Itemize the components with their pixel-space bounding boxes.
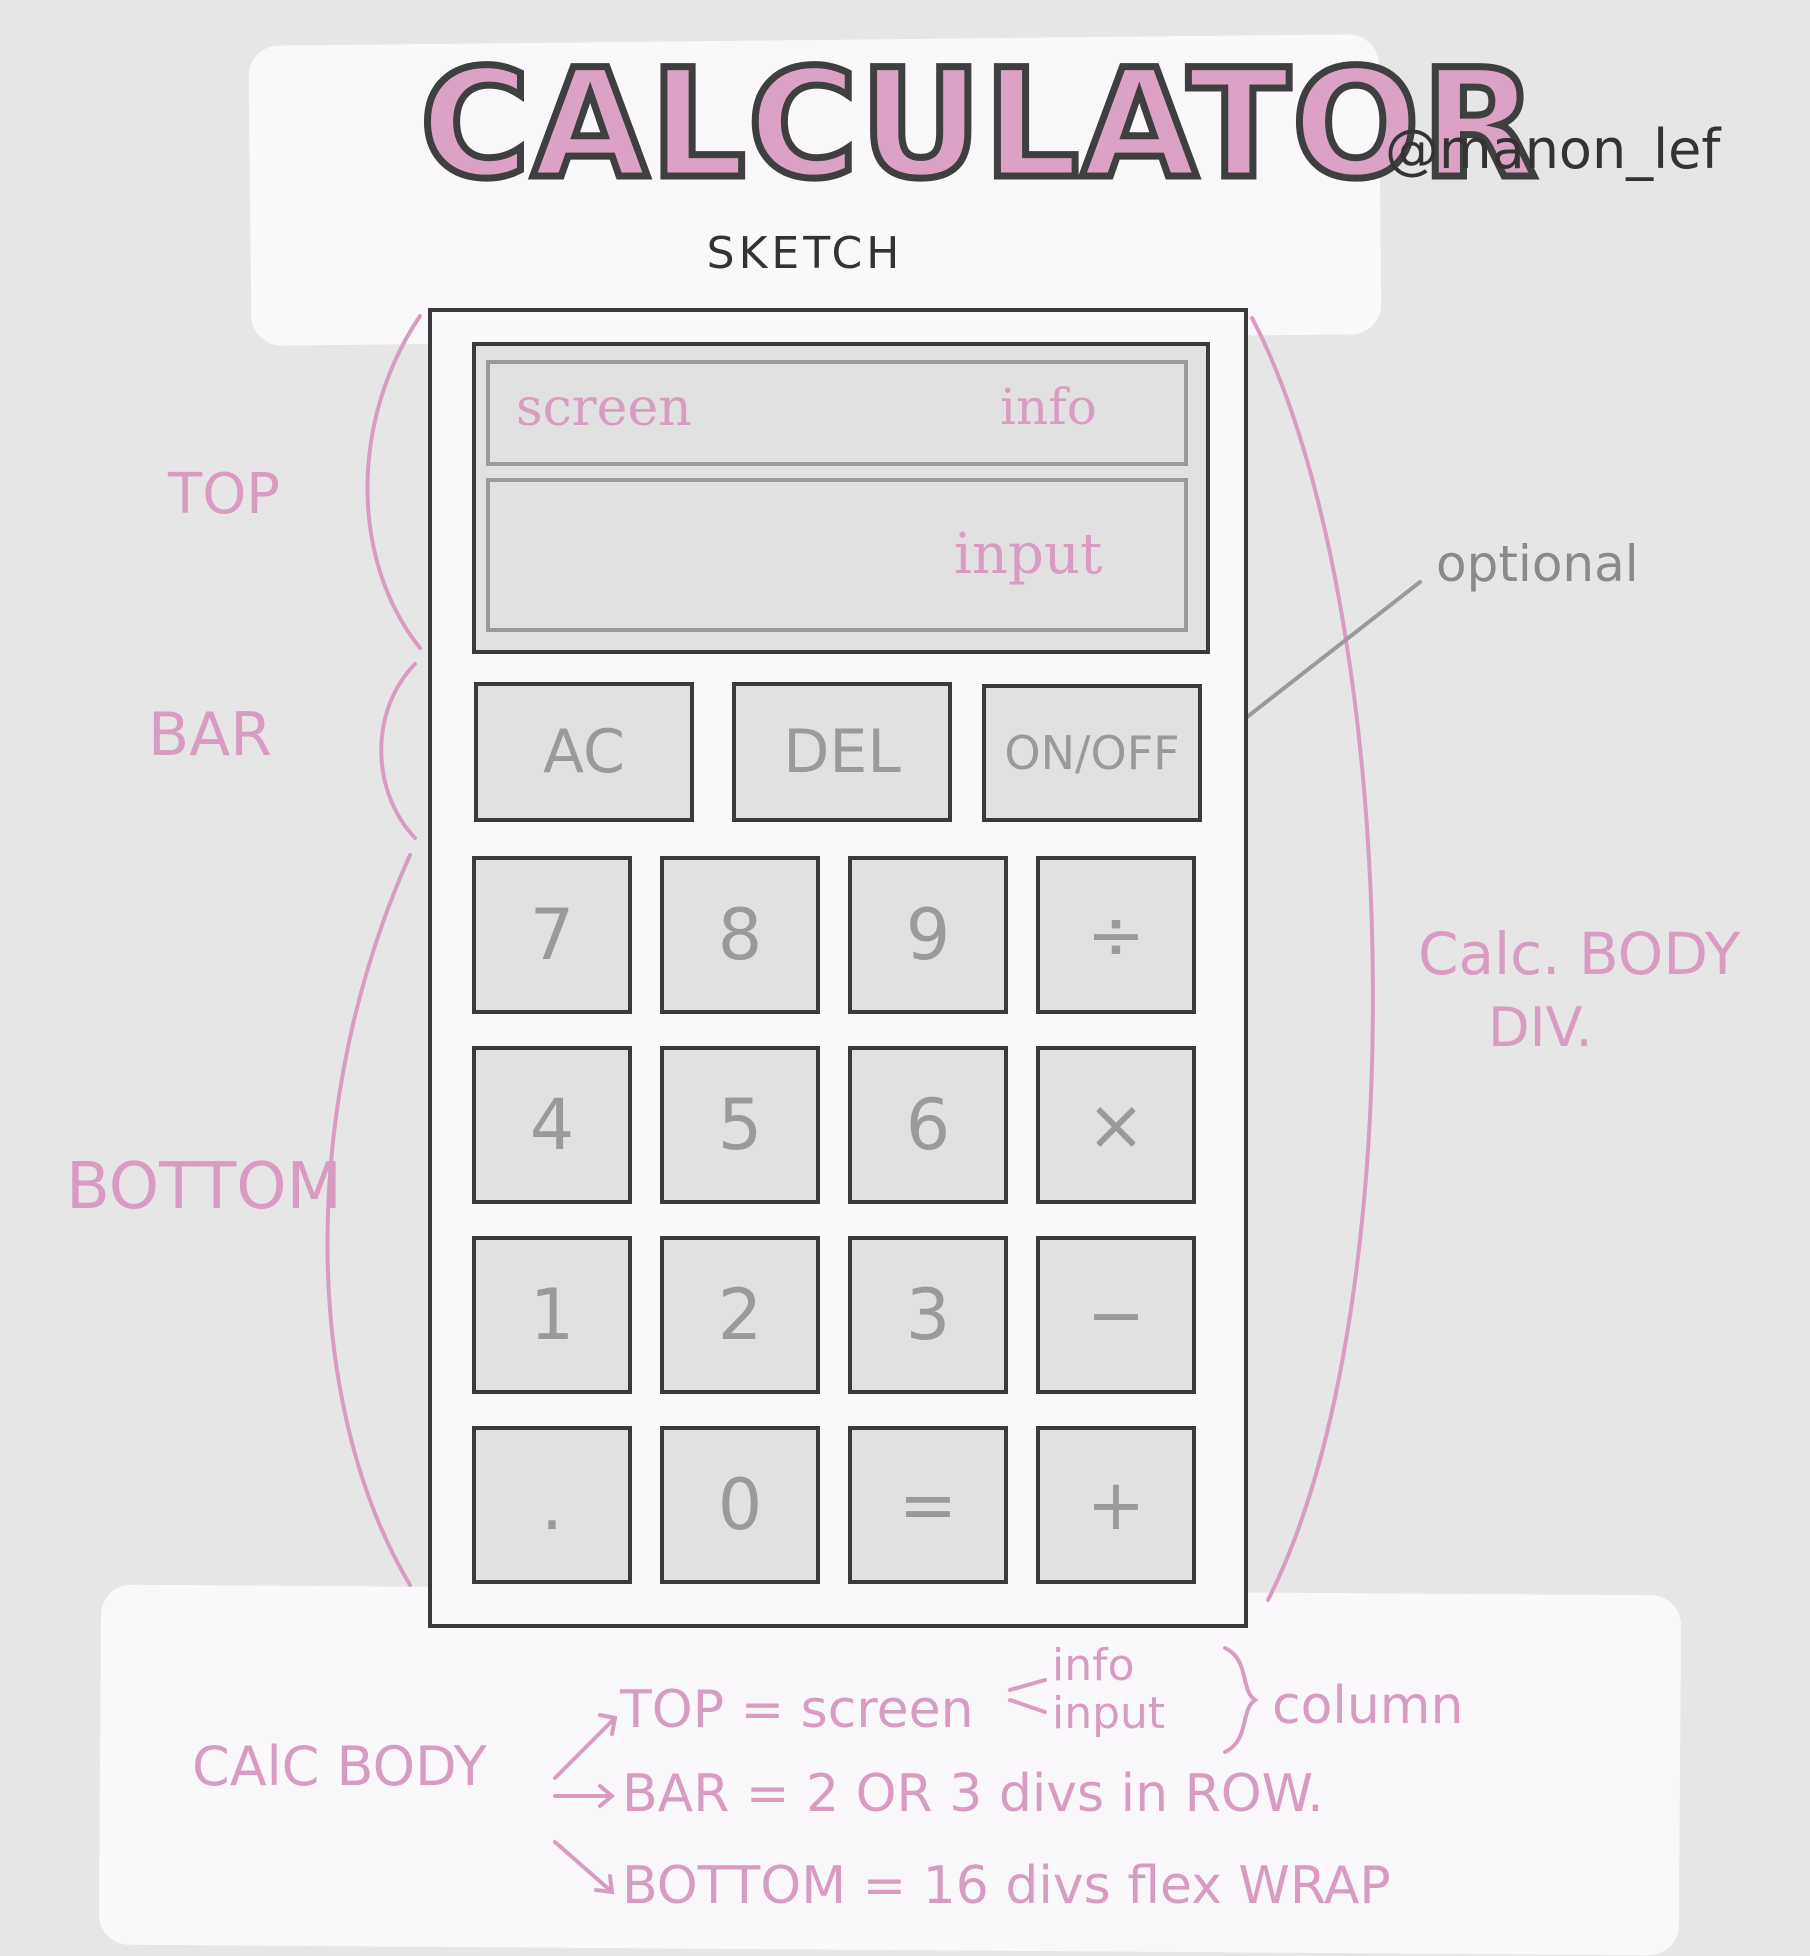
key-1[interactable]: 1 [472, 1236, 632, 1394]
key-multiply[interactable]: × [1036, 1046, 1196, 1204]
note-arrow-top [553, 1713, 618, 1780]
note-arrow-bottom [553, 1840, 615, 1895]
note-calc-body: CAlC BODY [192, 1735, 487, 1798]
label-optional: optional [1436, 535, 1639, 593]
key-equals[interactable]: = [848, 1426, 1008, 1584]
calculator-body: screen info input AC DEL ON/OFF 7 8 9 ÷ … [428, 308, 1248, 1628]
label-calc-body-div-line2: DIV. [1488, 996, 1593, 1059]
screen-input-row: input [486, 478, 1188, 632]
label-top: TOP [168, 462, 281, 527]
note-arrow-info [1008, 1678, 1047, 1692]
key-divide[interactable]: ÷ [1036, 856, 1196, 1014]
note-arrow-input [1008, 1698, 1047, 1714]
note-top-column: column [1272, 1676, 1464, 1736]
key-0[interactable]: 0 [660, 1426, 820, 1584]
note-arrow-bar [553, 1784, 616, 1808]
key-2[interactable]: 2 [660, 1236, 820, 1394]
key-4[interactable]: 4 [472, 1046, 632, 1204]
key-plus[interactable]: + [1036, 1426, 1196, 1584]
screen-info-row: screen info [486, 360, 1188, 466]
key-5[interactable]: 5 [660, 1046, 820, 1204]
screen-label: screen [516, 378, 692, 438]
info-label: info [1000, 378, 1097, 436]
key-3[interactable]: 3 [848, 1236, 1008, 1394]
note-brace [1223, 1646, 1259, 1754]
key-minus[interactable]: − [1036, 1236, 1196, 1394]
calculator-screen: screen info input [472, 342, 1210, 654]
note-bar: BAR = 2 OR 3 divs in ROW. [622, 1764, 1324, 1824]
note-bottom: BOTTOM = 16 divs flex WRAP [622, 1856, 1391, 1916]
del-button[interactable]: DEL [732, 682, 952, 822]
key-6[interactable]: 6 [848, 1046, 1008, 1204]
input-label: input [954, 522, 1103, 587]
key-9[interactable]: 9 [848, 856, 1008, 1014]
key-decimal[interactable]: . [472, 1426, 632, 1584]
label-bottom: BOTTOM [66, 1150, 342, 1224]
top-bracket [365, 314, 422, 650]
calc-body-bracket [1250, 316, 1375, 1602]
note-top-info: info [1052, 1640, 1135, 1691]
note-top: TOP = screen [620, 1680, 974, 1740]
bar-bracket [379, 662, 417, 840]
on-off-button[interactable]: ON/OFF [982, 684, 1202, 822]
note-top-input: input [1052, 1688, 1166, 1739]
label-bar: BAR [148, 700, 272, 770]
key-7[interactable]: 7 [472, 856, 632, 1014]
ac-button[interactable]: AC [474, 682, 694, 822]
key-8[interactable]: 8 [660, 856, 820, 1014]
label-calc-body-div-line1: Calc. BODY [1418, 920, 1741, 988]
